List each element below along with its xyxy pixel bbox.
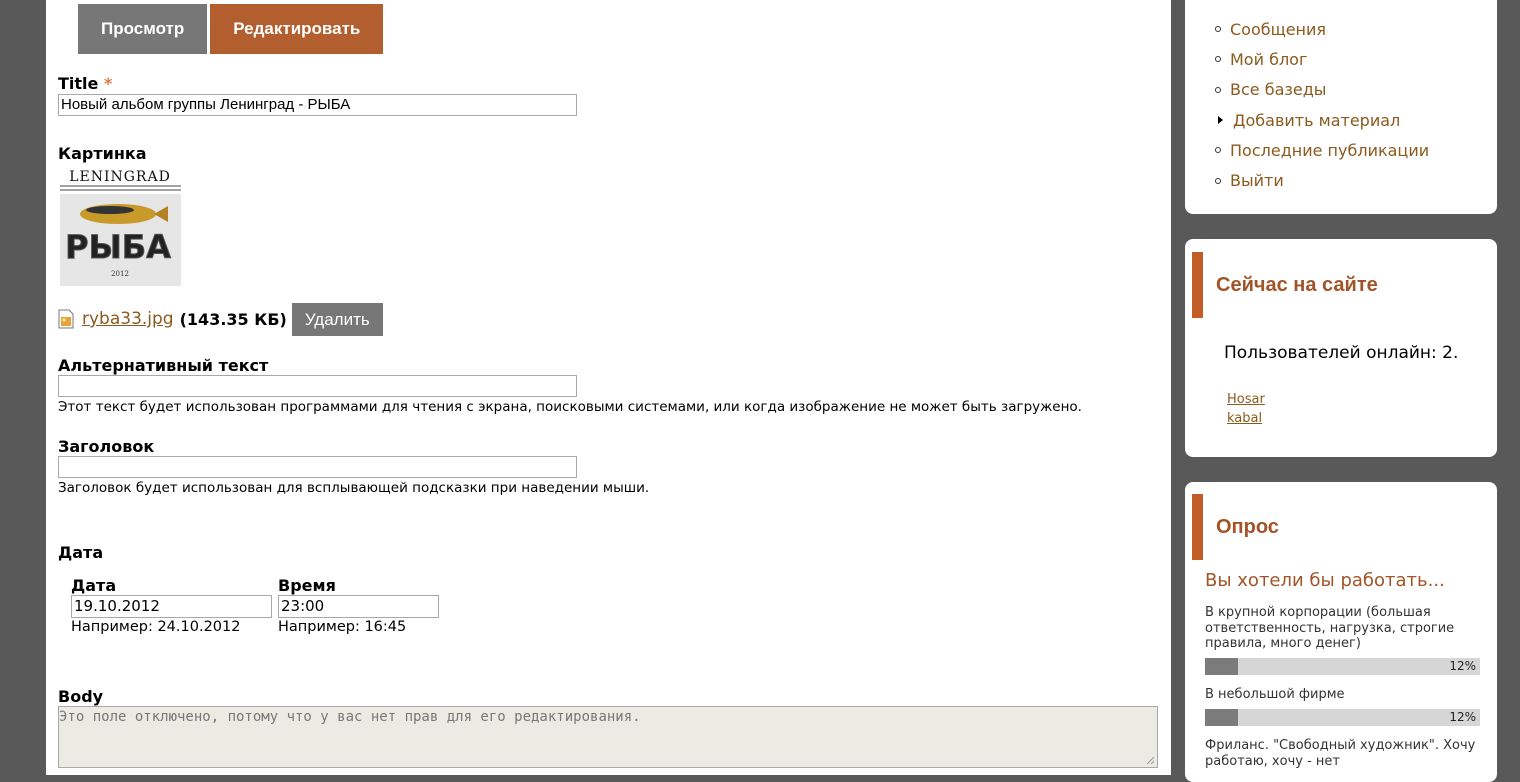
alt-text-input[interactable] [58,375,577,397]
menu-item-logout[interactable]: Выйти [1215,165,1429,195]
svg-text:2012: 2012 [111,270,129,278]
body-label: Body [58,687,104,706]
date-input[interactable]: 19.10.2012 [71,595,272,618]
image-file-icon [58,309,74,329]
date-section-label: Дата [58,543,104,562]
menu-item-recent-posts[interactable]: Последние публикации [1215,135,1429,165]
tab-edit[interactable]: Редактировать [210,4,384,54]
resize-handle-icon[interactable] [1146,756,1155,765]
bullet-icon [1215,177,1221,184]
poll-block-title: Опрос [1216,515,1279,538]
online-user-link[interactable]: kabal [1227,411,1262,426]
alt-text-label: Альтернативный текст [58,356,269,375]
node-tabs: Просмотр Редактировать [78,4,386,54]
title-label: Title * [58,74,112,93]
body-disabled-text: Это поле отключено, потому что у вас нет… [59,709,641,725]
poll-option-text: Фриланс. "Свободный художник". Хочу рабо… [1205,738,1476,769]
menu-link[interactable]: Сообщения [1230,20,1326,39]
online-count: Пользователей онлайн: 2. [1224,343,1459,363]
menu-item-all-bazeds[interactable]: Все базеды [1215,75,1429,105]
required-mark: * [103,74,113,93]
file-size: (143.35 КБ) [179,309,287,329]
poll-result-bar: 12% [1205,709,1480,726]
menu-link[interactable]: Добавить материал [1233,111,1400,130]
bullet-icon [1215,56,1221,63]
time-hint: Например: 16:45 [278,619,407,635]
file-link[interactable]: ryba33.jpg [82,309,174,329]
poll-result-percent: 12% [1449,710,1476,724]
menu-link[interactable]: Мой блог [1230,50,1307,69]
bullet-icon [1215,147,1221,154]
heading-help: Заголовок будет использован для всплываю… [58,480,650,496]
menu-link[interactable]: Последние публикации [1230,141,1429,160]
menu-link[interactable]: Все базеды [1230,80,1326,99]
time-input[interactable]: 23:00 [278,595,439,618]
user-menu: Сообщения Мой блог Все базеды Добавить м… [1215,14,1429,196]
heading-input[interactable] [58,456,577,478]
svg-text:LENINGRAD: LENINGRAD [69,169,171,185]
poll-result-bar: 12% [1205,658,1480,675]
poll-result-fill [1205,709,1238,726]
online-block-title: Сейчас на сайте [1216,273,1378,296]
menu-item-my-blog[interactable]: Мой блог [1215,44,1429,74]
poll-question: Вы хотели бы работать... [1205,570,1445,591]
tab-view[interactable]: Просмотр [78,4,208,54]
bullet-icon [1215,26,1221,33]
date-label: Дата [71,576,117,595]
poll-result-fill [1205,658,1238,675]
expand-arrow-icon [1218,116,1223,125]
alt-text-help: Этот текст будет использован программами… [58,399,1082,415]
title-input[interactable]: Новый альбом группы Ленинград - РЫБА [58,94,577,116]
svg-text:РЫБА: РЫБА [65,228,171,266]
poll-option-text: В небольшой фирме [1205,687,1345,702]
online-user-link[interactable]: Hosar [1227,392,1265,407]
heading-label: Заголовок [58,437,155,456]
main-content: Просмотр Редактировать Title * Новый альб… [46,0,1171,775]
poll-option-text: В крупной корпорации (большая ответствен… [1205,605,1455,651]
date-hint: Например: 24.10.2012 [71,619,241,635]
menu-item-messages[interactable]: Сообщения [1215,14,1429,44]
online-block-header: Сейчас на сайте [1192,252,1497,318]
time-label: Время [278,576,336,595]
image-thumbnail: LENINGRAD РЫБА 2012 [58,166,183,288]
poll-block-header: Опрос [1192,494,1497,560]
menu-item-add-content[interactable]: Добавить материал [1215,105,1429,135]
title-label-text: Title [58,74,99,93]
body-textarea[interactable]: Это поле отключено, потому что у вас нет… [58,706,1158,768]
poll-result-percent: 12% [1449,659,1476,673]
user-menu-block: Сообщения Мой блог Все базеды Добавить м… [1185,0,1497,214]
menu-link[interactable]: Выйти [1230,171,1284,190]
image-label: Картинка [58,144,147,163]
file-row: ryba33.jpg (143.35 КБ) Удалить [58,302,383,336]
delete-button[interactable]: Удалить [291,302,383,336]
bullet-icon [1215,86,1221,93]
